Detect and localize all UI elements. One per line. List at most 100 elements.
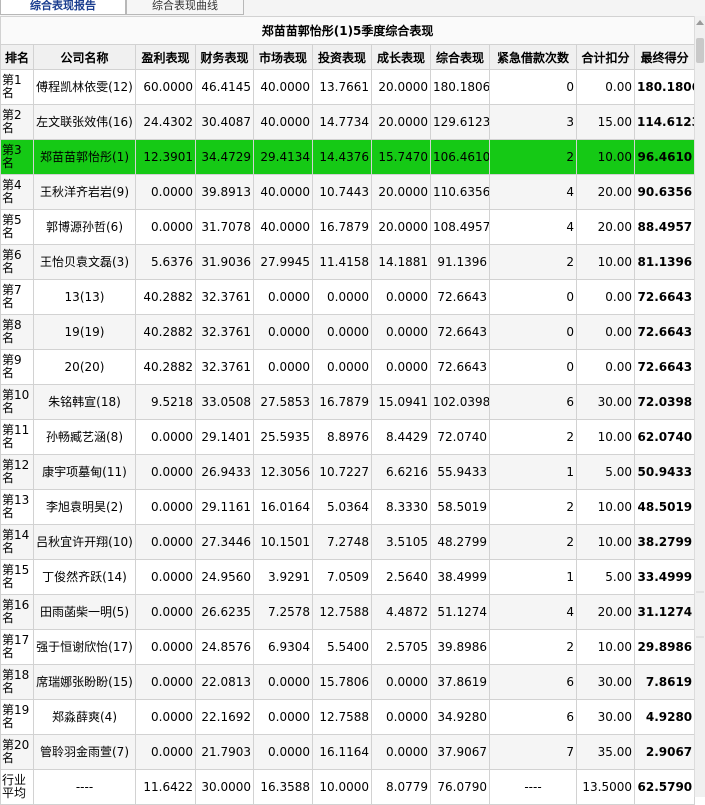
value-cell: 72.6643 (430, 349, 490, 385)
value-cell: 1 (489, 454, 577, 490)
value-cell: 0.0000 (135, 559, 196, 595)
value-cell: 16.7879 (312, 209, 372, 245)
value-cell: 0.0000 (135, 489, 196, 525)
value-cell: 7.2748 (312, 524, 372, 560)
company-name-cell: 丁俊然齐跃(14) (33, 559, 136, 595)
rank-cell: 第6名 (0, 244, 34, 280)
company-name-cell: 20(20) (33, 349, 136, 385)
value-cell: 180.1806 (430, 69, 490, 105)
value-cell: 0 (489, 279, 577, 315)
value-cell: 34.9280 (430, 699, 490, 735)
value-cell: 20.0000 (371, 174, 431, 210)
table-row: 第12名 康宇项墓甸(11) 0.0000 26.9433 12.3056 10.7227… (0, 454, 696, 490)
value-cell: 8.0779 (371, 769, 431, 805)
value-cell: 0.0000 (253, 664, 313, 700)
value-cell: 10.00 (576, 524, 635, 560)
value-cell: 30.4087 (195, 104, 254, 140)
column-header: 市场表现 (253, 44, 313, 70)
tab-summary-curve[interactable]: 综合表现曲线 (126, 0, 244, 15)
value-cell: ---- (489, 769, 577, 805)
value-cell: 32.3761 (195, 349, 254, 385)
table-row: 第15名 丁俊然齐跃(14) 0.0000 24.9560 3.9291 7.0509 2.… (0, 559, 696, 595)
company-name-cell: 19(19) (33, 314, 136, 350)
value-cell: 4 (489, 174, 577, 210)
table-row: 第8名 19(19) 40.2882 32.3761 0.0000 0.0000 0.000… (0, 314, 696, 350)
value-cell: 21.7903 (195, 734, 254, 770)
vertical-scrollbar[interactable] (694, 16, 705, 797)
value-cell: 0.0000 (135, 699, 196, 735)
value-cell: 0.0000 (135, 524, 196, 560)
report-title: 郑苗苗郭怡彤(1)5季度综合表现 (0, 16, 696, 45)
table-row: 第5名 郭博源孙哲(6) 0.0000 31.7078 40.0000 16.7879 20… (0, 209, 696, 245)
rank-cell: 第19名 (0, 699, 34, 735)
value-cell: 5.6376 (135, 244, 196, 280)
rank-cell: 第20名 (0, 734, 34, 770)
value-cell: 6 (489, 699, 577, 735)
value-cell: 11.6422 (135, 769, 196, 805)
company-name-cell: 李旭袁明昊(2) (33, 489, 136, 525)
company-name-cell: 孙畅臧艺涵(8) (33, 419, 136, 455)
value-cell: 13.7661 (312, 69, 372, 105)
table-row: 第10名 朱铭韩宣(18) 9.5218 33.0508 27.5853 16.7879 1… (0, 384, 696, 420)
value-cell: 16.0164 (253, 489, 313, 525)
table-row: 第1名 傅程凯林依雯(12) 60.0000 46.4145 40.0000 13.766… (0, 69, 696, 105)
value-cell: 10.00 (576, 489, 635, 525)
value-cell: 31.7078 (195, 209, 254, 245)
value-cell: 24.4302 (135, 104, 196, 140)
value-cell: 40.0000 (253, 104, 313, 140)
value-cell: 32.3761 (195, 279, 254, 315)
rank-cell: 第11名 (0, 419, 34, 455)
value-cell: 10.00 (576, 629, 635, 665)
value-cell: 2 (489, 489, 577, 525)
scrollbar-thumb[interactable] (696, 38, 704, 63)
value-cell: 62.0740 (633, 419, 696, 455)
value-cell: 27.5853 (253, 384, 313, 420)
rank-cell: 第1名 (0, 69, 34, 105)
value-cell: 180.1806 (633, 69, 696, 105)
company-name-cell: 王秋洋齐岩岩(9) (33, 174, 136, 210)
value-cell: 0.0000 (135, 734, 196, 770)
value-cell: 2.5705 (371, 629, 431, 665)
rank-cell: 第4名 (0, 174, 34, 210)
value-cell: 0.0000 (135, 664, 196, 700)
value-cell: 72.0740 (430, 419, 490, 455)
value-cell: 20.0000 (371, 104, 431, 140)
value-cell: 0.0000 (371, 734, 431, 770)
value-cell: 2.5640 (371, 559, 431, 595)
value-cell: 22.1692 (195, 699, 254, 735)
value-cell: 30.00 (576, 664, 635, 700)
rank-cell: 第3名 (0, 139, 34, 175)
value-cell: 0.0000 (135, 629, 196, 665)
value-cell: 14.7734 (312, 104, 372, 140)
rank-cell: 行业平均 (0, 769, 34, 805)
value-cell: 0.0000 (135, 594, 196, 630)
company-name-cell: 康宇项墓甸(11) (33, 454, 136, 490)
company-name-cell: 傅程凯林依雯(12) (33, 69, 136, 105)
value-cell: 40.2882 (135, 314, 196, 350)
tab-summary-report[interactable]: 综合表现报告 (0, 0, 126, 15)
value-cell: 40.0000 (253, 69, 313, 105)
value-cell: 24.8576 (195, 629, 254, 665)
value-cell: 20.0000 (371, 69, 431, 105)
value-cell: 4.9280 (633, 699, 696, 735)
value-cell: 11.4158 (312, 244, 372, 280)
company-name-cell: ---- (33, 769, 136, 805)
value-cell: 0.00 (576, 69, 635, 105)
value-cell: 3.5105 (371, 524, 431, 560)
value-cell: 62.5790 (633, 769, 696, 805)
value-cell: 0.0000 (371, 699, 431, 735)
value-cell: 72.6643 (633, 349, 696, 385)
company-name-cell: 吕秋宜许开翔(10) (33, 524, 136, 560)
value-cell: 0.0000 (371, 314, 431, 350)
column-header: 财务表现 (195, 44, 254, 70)
value-cell: 58.5019 (430, 489, 490, 525)
value-cell: 24.9560 (195, 559, 254, 595)
rank-cell: 第12名 (0, 454, 34, 490)
company-name-cell: 左文联张效伟(16) (33, 104, 136, 140)
table-row: 第13名 李旭袁明昊(2) 0.0000 29.1161 16.0164 5.0364 8.… (0, 489, 696, 525)
scroll-up-arrow-icon[interactable] (696, 20, 704, 25)
scrollbar-track-mark (696, 591, 704, 593)
rank-cell: 第14名 (0, 524, 34, 560)
column-header: 盈利表现 (135, 44, 196, 70)
value-cell: 46.4145 (195, 69, 254, 105)
